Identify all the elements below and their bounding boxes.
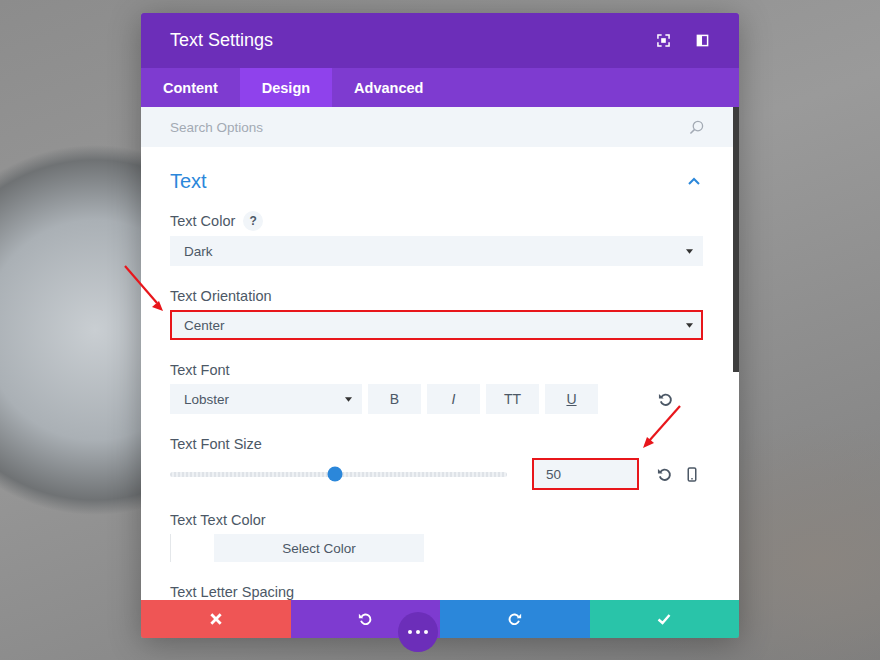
help-badge[interactable]: ?: [243, 211, 263, 231]
section-title: Text: [170, 170, 207, 193]
slider-handle[interactable]: [328, 467, 343, 482]
settings-modal: Text Settings ContentDesignAdvanced Sear…: [141, 13, 739, 638]
undo-icon: [358, 612, 372, 626]
font-select[interactable]: Lobster: [170, 384, 362, 414]
select-field[interactable]: Center: [170, 310, 703, 340]
field-label: Text Text Color: [170, 512, 266, 528]
font-row: Lobster BITTU: [170, 384, 703, 414]
font-style-button[interactable]: I: [427, 384, 480, 414]
fullscreen-icon[interactable]: [657, 34, 670, 47]
field: Text Orientation Center: [170, 287, 703, 340]
dot-icon: [408, 630, 412, 634]
font-style-button[interactable]: B: [368, 384, 421, 414]
field-label-row: Text Text Color: [170, 511, 703, 529]
scrollbar[interactable]: [733, 107, 739, 372]
font-style-button[interactable]: U: [545, 384, 598, 414]
slider-row: 50: [170, 458, 703, 490]
field-label: Text Color: [170, 213, 235, 229]
select-field[interactable]: Dark: [170, 236, 703, 266]
annotation-arrow-icon: [125, 266, 163, 311]
annotation-layer: [0, 0, 880, 660]
font-style-button[interactable]: TT: [486, 384, 539, 414]
size-input[interactable]: 50: [532, 458, 639, 490]
modal-title: Text Settings: [170, 30, 273, 51]
field: Text Text Color Select Color: [170, 511, 703, 562]
settings-content: Text Text Color ? Dark Text Orientation …: [141, 147, 739, 600]
dropdown-arrow-icon: [345, 397, 352, 402]
tab-bar: ContentDesignAdvanced: [141, 68, 739, 107]
redo-button[interactable]: [440, 600, 590, 638]
dropdown-arrow-icon: [686, 323, 693, 328]
reset-icon[interactable]: [657, 467, 672, 482]
field-label: Text Font: [170, 362, 230, 378]
chevron-up-icon[interactable]: [688, 177, 700, 185]
mobile-icon[interactable]: [687, 467, 697, 482]
modal-footer: [141, 600, 739, 638]
search-icon[interactable]: [689, 120, 704, 135]
field-label-row: Text Letter Spacing: [170, 583, 703, 600]
more-options-button[interactable]: [398, 612, 438, 652]
section-header[interactable]: Text: [170, 169, 703, 193]
dot-icon: [416, 630, 420, 634]
header-actions: [657, 34, 709, 47]
select-value: Lobster: [184, 392, 229, 407]
dropdown-arrow-icon: [686, 249, 693, 254]
field: Text Font Size 50: [170, 435, 703, 490]
close-icon: [209, 612, 223, 626]
tab[interactable]: Content: [141, 68, 240, 107]
tab[interactable]: Design: [240, 68, 332, 107]
field-label: Text Orientation: [170, 288, 272, 304]
field: Text Letter Spacing: [170, 583, 703, 600]
discard-button[interactable]: [141, 600, 291, 638]
select-color-button[interactable]: Select Color: [214, 534, 424, 562]
field-label-row: Text Font: [170, 361, 703, 379]
check-icon: [657, 612, 671, 626]
field-label-row: Text Font Size: [170, 435, 703, 453]
slider-track[interactable]: [170, 472, 507, 477]
search-placeholder: Search Options: [170, 120, 263, 135]
split-view-icon[interactable]: [696, 34, 709, 47]
field-label-row: Text Orientation: [170, 287, 703, 305]
color-swatch[interactable]: [170, 534, 201, 562]
select-value: Dark: [184, 244, 213, 259]
reset-icon[interactable]: [658, 392, 673, 407]
select-value: Center: [184, 318, 225, 333]
field: Text Color ? Dark: [170, 211, 703, 266]
color-row: Select Color: [170, 534, 703, 562]
field-label: Text Font Size: [170, 436, 262, 452]
tab[interactable]: Advanced: [332, 68, 445, 107]
field-label-row: Text Color ?: [170, 211, 703, 231]
dot-icon: [424, 630, 428, 634]
modal-header: Text Settings: [141, 13, 739, 68]
redo-icon: [508, 612, 522, 626]
field-label: Text Letter Spacing: [170, 584, 294, 600]
search-field[interactable]: Search Options: [141, 107, 739, 147]
save-button[interactable]: [590, 600, 740, 638]
background-photo: Text Settings ContentDesignAdvanced Sear…: [0, 0, 880, 660]
annotation-arrow-icon: [643, 406, 680, 448]
field: Text Font Lobster BITTU: [170, 361, 703, 414]
settings-body: Search Options Text Text Color ? Dark Te…: [141, 107, 739, 600]
